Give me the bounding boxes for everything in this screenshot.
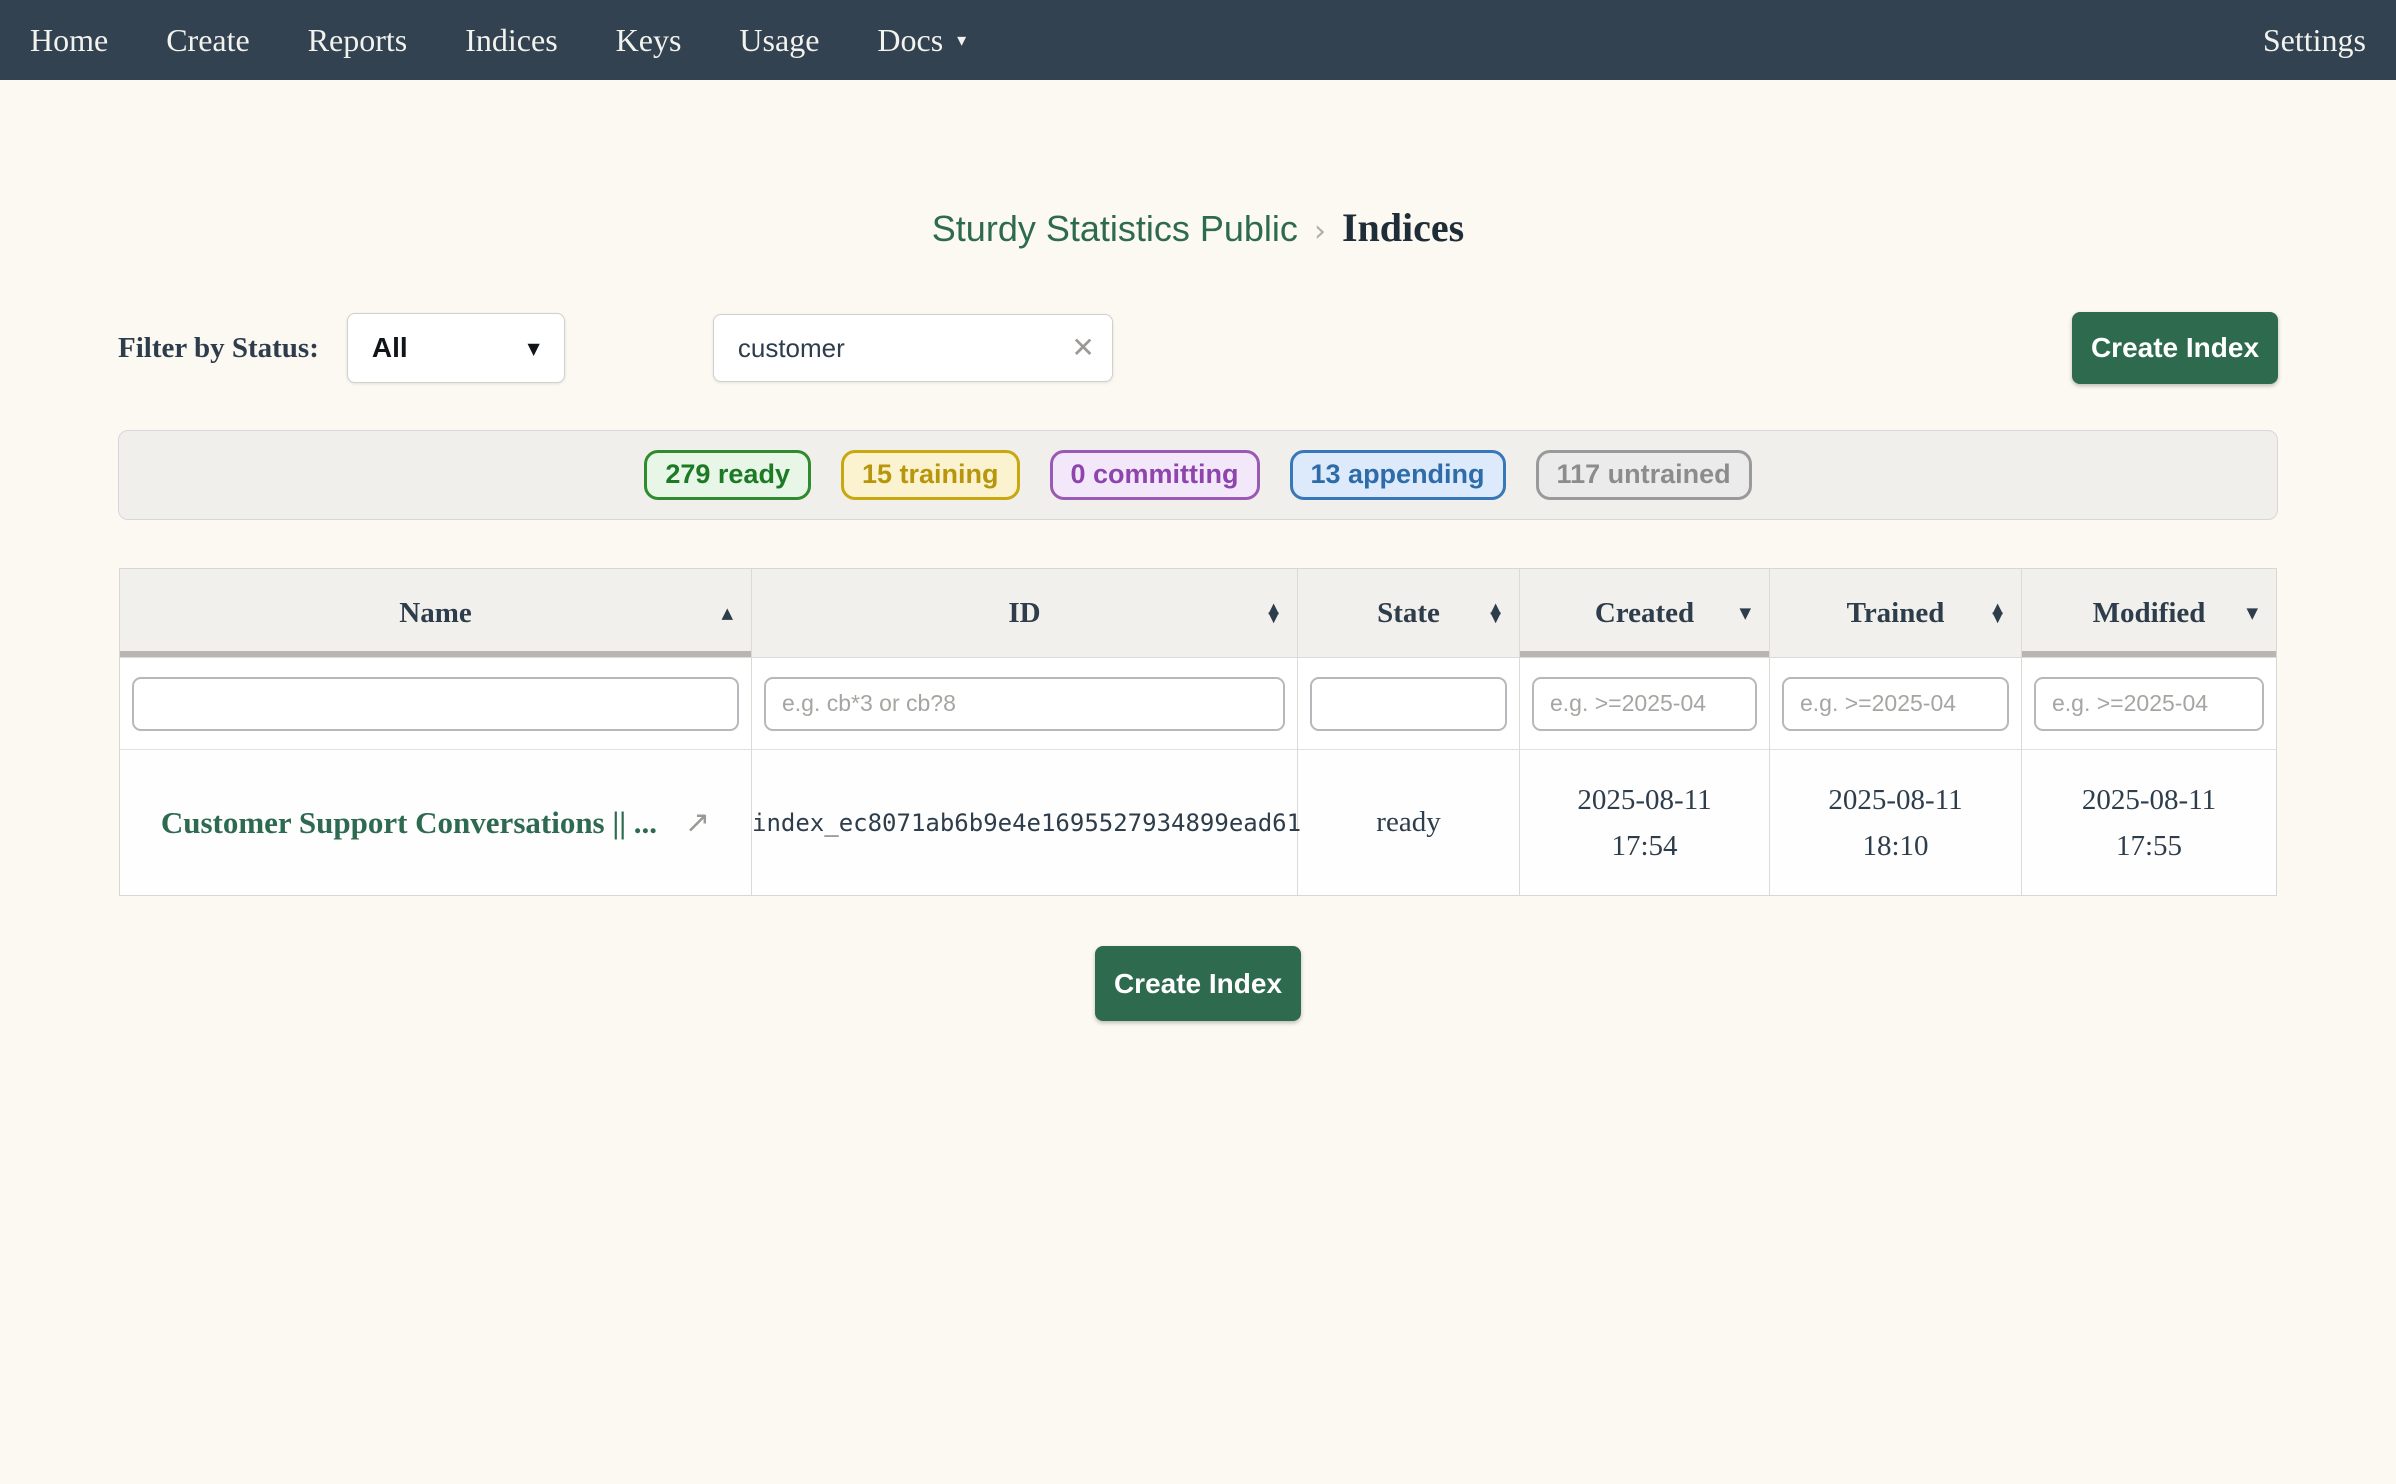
status-badge-untrained[interactable]: 117 untrained <box>1536 450 1752 500</box>
nav-item-docs-label: Docs <box>877 22 943 59</box>
search-wrap: ✕ <box>713 314 1113 382</box>
row-id-cell: index_ec8071ab6b9e4e1695527934899ead61 <box>752 750 1298 895</box>
sort-both-icon <box>1490 604 1501 621</box>
column-header-id-label: ID <box>1008 597 1040 629</box>
sort-descending-icon <box>1739 604 1751 622</box>
table-filter-row <box>120 658 2276 750</box>
column-header-id[interactable]: ID <box>752 569 1298 658</box>
create-index-button-top[interactable]: Create Index <box>2072 312 2278 384</box>
status-badge-ready[interactable]: 279 ready <box>644 450 811 500</box>
index-name-link[interactable]: Customer Support Conversations || ... <box>161 805 657 841</box>
nav-item-keys[interactable]: Keys <box>616 22 682 59</box>
name-filter-input[interactable] <box>132 677 739 731</box>
breadcrumb-parent-link[interactable]: Sturdy Statistics Public <box>932 206 1298 251</box>
column-header-modified-label: Modified <box>2093 597 2206 629</box>
table-row: Customer Support Conversations || ... ↗ … <box>120 750 2276 895</box>
top-nav-bar: Home Create Reports Indices Keys Usage D… <box>0 0 2396 80</box>
indices-table: Name ID State Created Trained <box>119 568 2277 896</box>
created-filter-input[interactable] <box>1532 677 1757 731</box>
column-header-state-label: State <box>1377 597 1440 629</box>
nav-item-usage[interactable]: Usage <box>739 22 819 59</box>
column-header-state[interactable]: State <box>1298 569 1520 658</box>
column-header-modified[interactable]: Modified <box>2022 569 2276 658</box>
filter-by-status-label: Filter by Status: <box>118 332 319 365</box>
status-summary-bar: 279 ready 15 training 0 committing 13 ap… <box>118 430 2278 520</box>
modified-filter-input[interactable] <box>2034 677 2264 731</box>
chevron-down-icon: ▼ <box>528 339 540 358</box>
external-link-icon[interactable]: ↗ <box>685 805 710 840</box>
column-header-trained-label: Trained <box>1847 597 1945 629</box>
status-filter-select[interactable]: All ▼ <box>347 313 565 383</box>
nav-item-indices[interactable]: Indices <box>465 22 557 59</box>
trained-date: 2025-08-11 <box>1770 777 2021 823</box>
status-badge-committing[interactable]: 0 committing <box>1050 450 1260 500</box>
nav-item-create[interactable]: Create <box>166 22 250 59</box>
page-title: Indices <box>1342 205 1464 250</box>
trained-filter-input[interactable] <box>1782 677 2009 731</box>
column-header-name[interactable]: Name <box>120 569 752 658</box>
nav-item-reports[interactable]: Reports <box>308 22 408 59</box>
search-input[interactable] <box>713 314 1113 382</box>
sort-both-icon <box>1268 604 1279 621</box>
chevron-down-icon: ▾ <box>957 30 966 51</box>
breadcrumb: Sturdy Statistics Public › Indices <box>0 205 2396 254</box>
sort-ascending-icon <box>721 604 733 622</box>
row-created-cell: 2025-08-11 17:54 <box>1520 750 1770 895</box>
column-header-created[interactable]: Created <box>1520 569 1770 658</box>
status-badge-appending[interactable]: 13 appending <box>1290 450 1506 500</box>
breadcrumb-separator-icon: › <box>1314 209 1326 254</box>
row-modified-cell: 2025-08-11 17:55 <box>2022 750 2276 895</box>
modified-date: 2025-08-11 <box>2022 777 2276 823</box>
id-filter-input[interactable] <box>764 677 1285 731</box>
column-header-trained[interactable]: Trained <box>1770 569 2022 658</box>
column-header-created-label: Created <box>1595 597 1694 629</box>
row-trained-cell: 2025-08-11 18:10 <box>1770 750 2022 895</box>
column-header-name-label: Name <box>399 597 471 629</box>
status-filter-value: All <box>372 332 408 364</box>
filter-bar: Filter by Status: All ▼ ✕ Create Index <box>118 312 2278 384</box>
sort-both-icon <box>1992 604 2003 621</box>
nav-item-settings[interactable]: Settings <box>2263 22 2366 59</box>
status-badge-training[interactable]: 15 training <box>841 450 1020 500</box>
create-index-button-bottom[interactable]: Create Index <box>1095 946 1301 1021</box>
trained-time: 18:10 <box>1770 823 2021 869</box>
modified-time: 17:55 <box>2022 823 2276 869</box>
row-name-cell: Customer Support Conversations || ... ↗ <box>120 750 752 895</box>
clear-search-button[interactable]: ✕ <box>1071 334 1094 362</box>
sort-descending-icon <box>2246 604 2258 622</box>
bottom-cta-container: Create Index <box>0 946 2396 1021</box>
row-state-cell: ready <box>1298 750 1520 895</box>
nav-item-home[interactable]: Home <box>30 22 108 59</box>
created-time: 17:54 <box>1520 823 1769 869</box>
nav-item-docs[interactable]: Docs ▾ <box>877 22 966 59</box>
table-header-row: Name ID State Created Trained <box>120 569 2276 658</box>
state-filter-input[interactable] <box>1310 677 1507 731</box>
created-date: 2025-08-11 <box>1520 777 1769 823</box>
